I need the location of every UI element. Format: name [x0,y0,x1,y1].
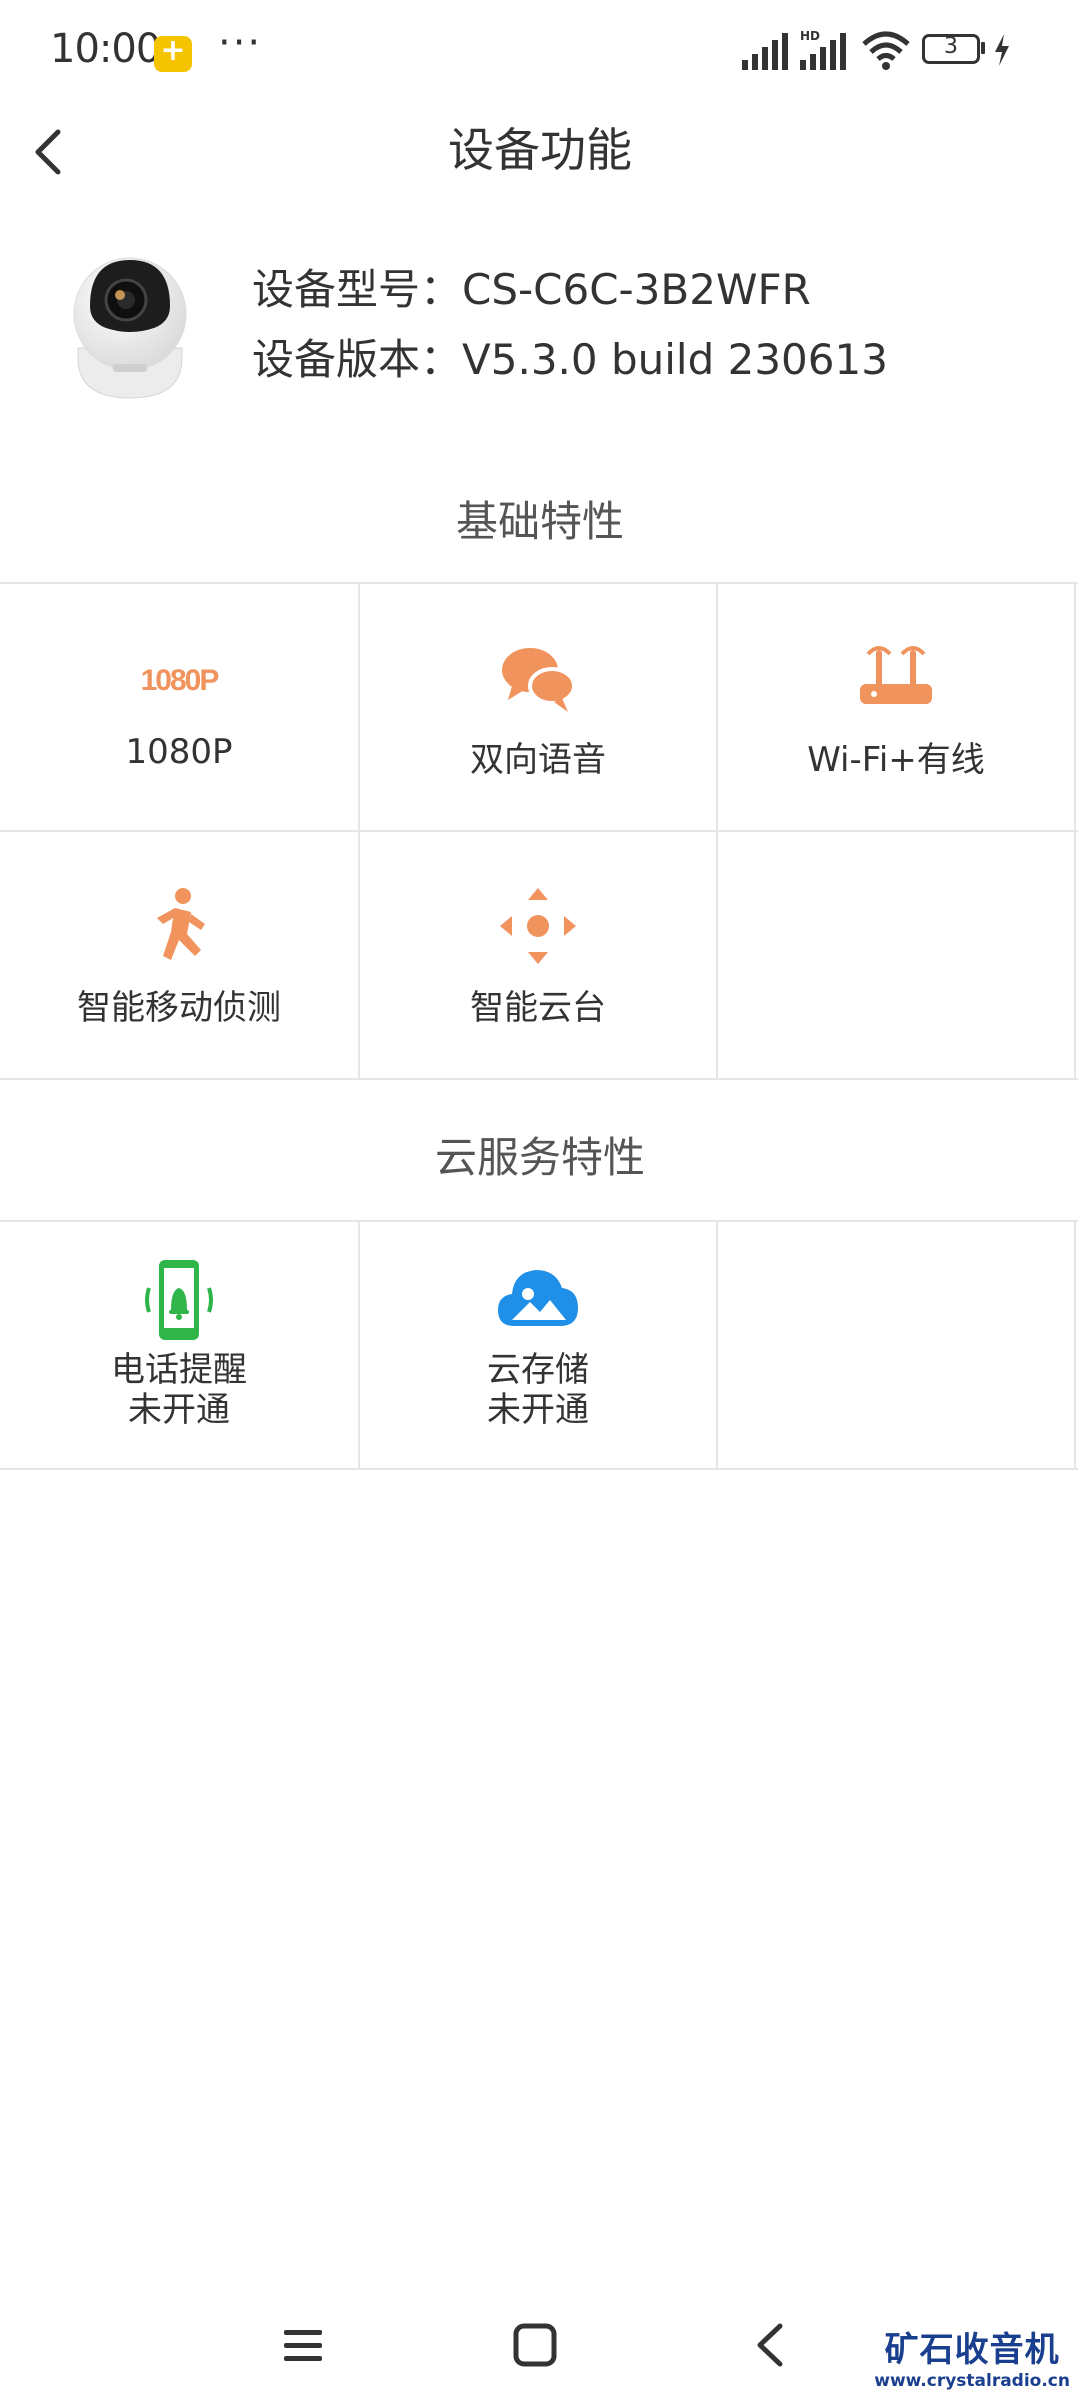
chat-bubbles-icon [502,648,576,712]
basic-features-grid: 1080P 1080P 双向语音 Wi-Fi+有线 智能移动侦测 智能云台 [0,582,1078,1080]
device-model-value: CS-C6C-3B2WFR [462,265,811,314]
watermark-url: www.crystalradio.cn [874,2371,1070,2391]
charging-icon [995,34,1009,66]
device-version-row: 设备版本：V5.3.0 build 230613 [252,325,888,395]
feature-label: 云存储 [487,1350,589,1390]
device-version-value: V5.3.0 build 230613 [462,335,888,384]
device-info: 设备型号：CS-C6C-3B2WFR 设备版本：V5.3.0 build 230… [252,255,888,395]
feature-two-way-audio[interactable]: 双向语音 [360,584,718,830]
signal-hd-icon: HD [800,29,846,70]
home-square-icon [513,2323,557,2367]
more-notifications-icon: ··· [218,20,263,66]
status-time: 10:00 [50,26,161,72]
signal-icon [742,33,788,70]
ptz-direction-icon [500,888,576,964]
device-model-label: 设备型号： [252,265,463,314]
empty-cell [718,832,1076,1078]
feature-label: 智能移动侦测 [77,988,281,1028]
feature-phone-alert[interactable]: 电话提醒 未开通 [0,1222,360,1468]
phone-bell-icon [145,1260,213,1340]
1080p-icon: 1080P [141,664,221,697]
feature-status: 未开通 [128,1390,230,1430]
feature-status: 未开通 [487,1390,589,1430]
router-icon [860,646,932,704]
battery-saver-app-icon [154,33,192,72]
feature-label: 智能云台 [470,988,606,1028]
battery-icon: 3 [922,34,980,64]
device-model-row: 设备型号：CS-C6C-3B2WFR [252,255,888,325]
feature-1080p[interactable]: 1080P 1080P [0,584,360,830]
cloud-features-grid: 电话提醒 未开通 云存储 未开通 [0,1220,1078,1470]
feature-label: Wi-Fi+有线 [807,740,985,780]
device-version-label: 设备版本： [252,335,463,384]
recent-apps-button[interactable] [268,2310,338,2380]
camera-device-image [68,248,193,400]
feature-label: 电话提醒 [111,1350,247,1390]
feature-wifi-wired[interactable]: Wi-Fi+有线 [718,584,1076,830]
feature-motion-detection[interactable]: 智能移动侦测 [0,832,360,1078]
watermark-title: 矿石收音机 [884,2330,1060,2370]
empty-cell [718,1222,1076,1468]
page-title: 设备功能 [448,123,632,177]
feature-cloud-storage[interactable]: 云存储 未开通 [360,1222,718,1468]
basic-features-title: 基础特性 [455,497,624,546]
hd-text: HD [800,29,820,43]
status-icons: HD 3 [740,28,1020,72]
wifi-icon [862,31,910,70]
feature-label: 1080P [125,732,233,772]
header: 设备功能 [0,100,1080,210]
battery-level: 3 [944,34,958,59]
back-triangle-icon [757,2323,783,2367]
menu-icon [284,2330,322,2361]
1080p-icon-text: 1080P [141,664,219,697]
running-person-icon [157,888,205,960]
feature-label: 双向语音 [470,740,606,780]
battery-tip [981,42,985,54]
feature-ptz[interactable]: 智能云台 [360,832,718,1078]
nav-back-button[interactable] [736,2310,806,2380]
cloud-features-title: 云服务特性 [434,1133,645,1182]
cloud-image-icon [498,1270,578,1326]
watermark: 矿石收音机 www.crystalradio.cn [874,2322,1070,2391]
status-bar: 10:00 ··· HD 3 [0,0,1080,100]
home-button[interactable] [500,2310,570,2380]
